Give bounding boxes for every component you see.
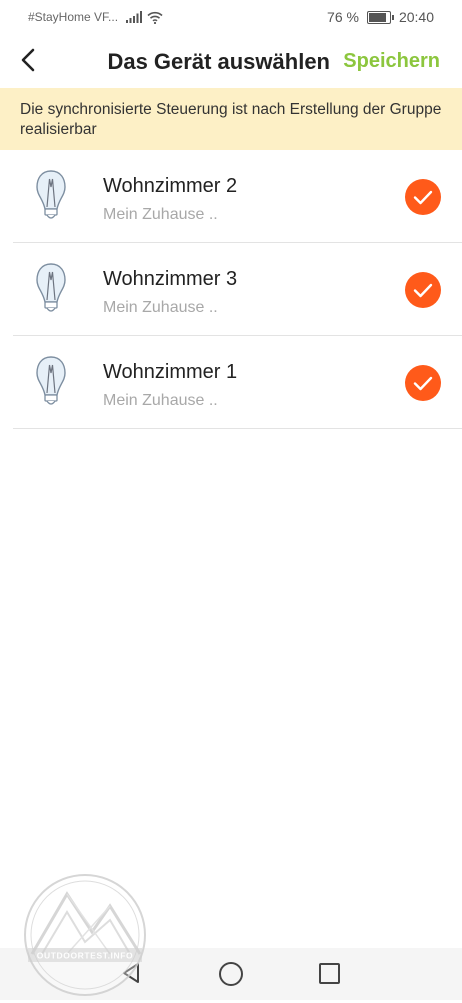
device-location: Mein Zuhause .. bbox=[103, 392, 218, 409]
checkmark-icon[interactable] bbox=[405, 272, 441, 308]
device-location: Mein Zuhause .. bbox=[103, 206, 218, 223]
light-bulb-icon bbox=[35, 355, 67, 409]
light-bulb-icon bbox=[35, 169, 67, 223]
carrier-label: #StayHome VF... bbox=[28, 10, 119, 24]
chevron-left-icon bbox=[21, 48, 35, 72]
back-button[interactable] bbox=[14, 44, 46, 76]
device-name: Wohnzimmer 2 bbox=[103, 175, 238, 197]
battery-icon bbox=[366, 10, 394, 24]
signal-icon bbox=[126, 11, 143, 23]
save-button[interactable]: Speichern bbox=[343, 50, 440, 73]
device-item[interactable]: Wohnzimmer 1 Mein Zuhause .. bbox=[13, 336, 462, 429]
clock: 20:40 bbox=[398, 9, 434, 25]
light-bulb-icon bbox=[35, 262, 67, 316]
nav-recent-apps-icon[interactable] bbox=[319, 963, 340, 984]
device-list: Wohnzimmer 2 Mein Zuhause .. Wohnzimmer … bbox=[0, 150, 462, 429]
battery-percent: 76 % bbox=[327, 9, 359, 25]
nav-home-icon[interactable] bbox=[219, 962, 243, 986]
wifi-icon bbox=[147, 11, 163, 24]
svg-text:OUTDOORTEST.INFO: OUTDOORTEST.INFO bbox=[37, 951, 134, 961]
device-location: Mein Zuhause .. bbox=[103, 299, 218, 316]
status-bar: #StayHome VF... 76 % 20:40 bbox=[0, 0, 462, 34]
device-name: Wohnzimmer 1 bbox=[103, 361, 238, 383]
page-title: Das Gerät auswählen bbox=[107, 49, 330, 74]
checkmark-icon[interactable] bbox=[405, 365, 441, 401]
device-item[interactable]: Wohnzimmer 3 Mein Zuhause .. bbox=[13, 243, 462, 336]
app-header: Das Gerät auswählen Speichern bbox=[0, 34, 462, 88]
device-name: Wohnzimmer 3 bbox=[103, 268, 238, 290]
info-banner: Die synchronisierte Steuerung ist nach E… bbox=[0, 88, 462, 150]
status-left: #StayHome VF... bbox=[28, 10, 163, 24]
status-right: 76 % 20:40 bbox=[327, 9, 434, 25]
watermark-logo: OUTDOORTEST.INFO bbox=[22, 872, 148, 998]
checkmark-icon[interactable] bbox=[405, 179, 441, 215]
device-item[interactable]: Wohnzimmer 2 Mein Zuhause .. bbox=[13, 150, 462, 243]
